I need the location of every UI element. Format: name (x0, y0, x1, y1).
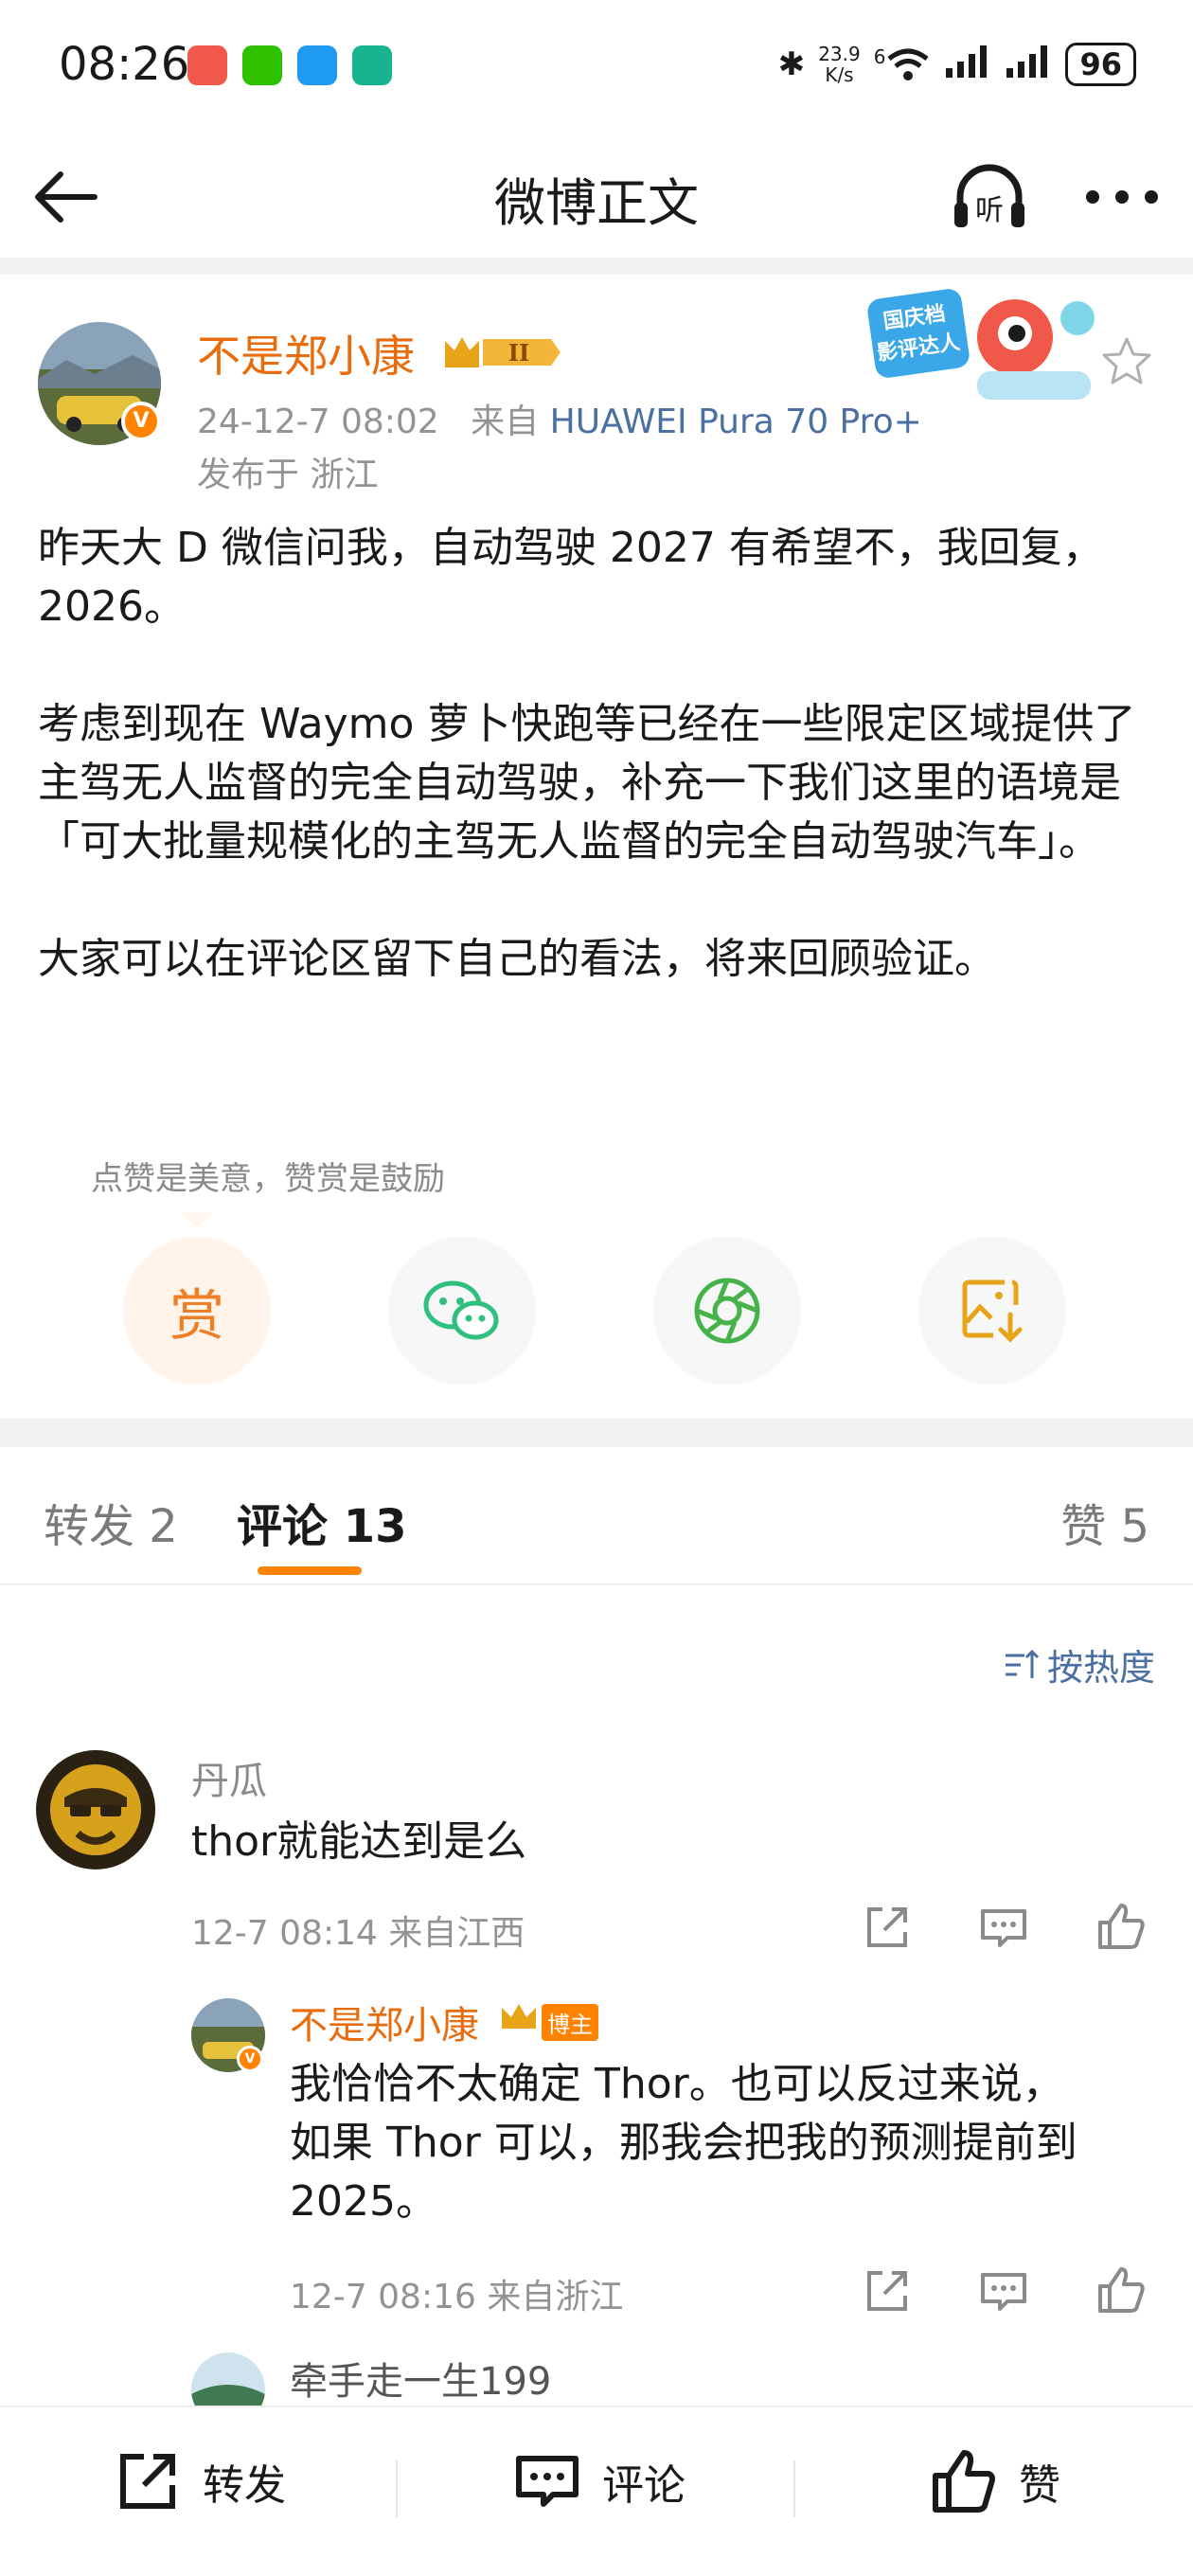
comment-share-button[interactable] (858, 1900, 915, 1957)
favorite-star-button[interactable] (1098, 333, 1155, 390)
comment-text: thor就能达到是么 (191, 1817, 527, 1866)
post-paragraph: 考虑到现在 Waymo 萝卜快跑等已经在一些限定区域提供了主驾无人监督的完全自动… (38, 700, 1136, 866)
tab-like[interactable]: 赞 5 (1060, 1489, 1149, 1555)
notification-app-icon (187, 45, 227, 85)
bluetooth-icon: ✱ (777, 45, 806, 83)
event-badge[interactable]: 国庆档 影评达人 (864, 280, 1119, 413)
bottom-action-bar: 转发 评论 赞 (0, 2406, 1193, 2576)
post-location: 发布于 浙江 (197, 456, 379, 494)
reply-meta: 12-7 08:16 来自浙江 (290, 2278, 624, 2317)
svg-text:听: 听 (975, 194, 1004, 227)
moments-aperture-icon (694, 1278, 760, 1344)
verified-badge-icon: V (121, 402, 161, 441)
divider (0, 258, 1193, 275)
tab-comment[interactable]: 评论 13 (237, 1489, 407, 1555)
share-moments-button[interactable] (653, 1237, 801, 1385)
reward-label: 赏 (169, 1283, 224, 1348)
share-wechat-button[interactable] (388, 1237, 536, 1385)
status-bar: 08:26 ✱ 23.9 K/s 6 96 (0, 0, 1193, 133)
reward-hint: 点赞是美意，赞赏是鼓励 (91, 1160, 445, 1198)
author-name[interactable]: 不是郑小康 (197, 322, 415, 385)
reply-reply-button[interactable] (975, 2263, 1032, 2320)
reply-share-button[interactable] (858, 2263, 915, 2320)
divider (793, 2460, 795, 2517)
comment-like-button[interactable] (1093, 1898, 1149, 1955)
sort-by-hot-button[interactable]: 按热度 (1002, 1638, 1155, 1690)
bottom-repost-label: 转发 (203, 2461, 286, 2510)
post-source-prefix: 来自 (471, 402, 540, 441)
reply-crown-icon (502, 2004, 536, 2029)
post-paragraph: 昨天大 D 微信问我，自动驾驶 2027 有希望不，我回复，2026。 (38, 524, 1104, 631)
like-thumbs-up-icon (933, 2450, 995, 2513)
reply-text: 我恰恰不太确定 Thor。也可以反过来说， 如果 Thor 可以，那我会把我的预… (290, 2060, 1077, 2226)
active-tab-indicator (258, 1566, 362, 1575)
svg-text:II: II (508, 339, 529, 367)
more-dots-icon (1086, 190, 1158, 204)
bottom-repost-button[interactable]: 转发 (112, 2445, 286, 2517)
post-body: 昨天大 D 微信问我，自动驾驶 2027 有希望不，我回复，2026。 考虑到现… (38, 519, 1165, 989)
reply-icon (981, 1909, 1026, 1947)
comment-icon (516, 2456, 579, 2507)
mi-app-icon (352, 45, 392, 85)
share-icon (867, 2271, 907, 2311)
bottom-comment-label: 评论 (602, 2461, 686, 2510)
headphones-icon: 听 (954, 164, 1024, 227)
post-date: 24-12-7 08:02 (197, 402, 439, 441)
divider (396, 2460, 398, 2517)
reply-author-name[interactable]: 不是郑小康 (290, 1995, 479, 2049)
reward-hint-pointer (180, 1212, 214, 1227)
post-paragraph: 大家可以在评论区留下自己的看法，将来回顾验证。 (38, 935, 996, 983)
wifi-icon: 6 (874, 45, 932, 83)
divider (0, 1419, 1193, 1447)
message-app-icon (297, 45, 337, 85)
thumbs-up-icon (1098, 1904, 1145, 1949)
wechat-icon (242, 45, 282, 85)
comment-tabs: 转发 2 评论 13 赞 5 (0, 1449, 1193, 1582)
bottom-like-button[interactable]: 赞 (928, 2445, 1060, 2517)
network-speed: 23.9 K/s (818, 42, 861, 86)
star-icon (1102, 337, 1151, 385)
divider (0, 1583, 1193, 1585)
commenter-avatar[interactable] (36, 1750, 155, 1869)
signal-icon-2 (1005, 42, 1052, 86)
image-download-icon (962, 1279, 1023, 1343)
reward-button[interactable]: 赏 (123, 1237, 271, 1385)
more-button[interactable] (1079, 159, 1165, 235)
save-image-button[interactable] (918, 1237, 1066, 1385)
comment-reply-button[interactable] (975, 1900, 1032, 1957)
status-time: 08:26 (59, 38, 190, 91)
blogger-badge: 博主 (542, 2004, 598, 2041)
battery-indicator: 96 (1065, 42, 1136, 86)
tab-repost[interactable]: 转发 2 (44, 1489, 178, 1555)
nav-bar: 微博正文 听 (0, 133, 1193, 256)
bottom-comment-button[interactable]: 评论 (511, 2445, 686, 2517)
listen-button[interactable]: 听 (947, 155, 1032, 241)
repost-icon (120, 2454, 175, 2509)
reply-icon (981, 2273, 1026, 2311)
comment-meta: 12-7 08:14 来自江西 (191, 1914, 525, 1953)
reply-like-button[interactable] (1093, 2262, 1149, 2318)
signal-icon (944, 42, 991, 86)
sort-label: 按热度 (1046, 1647, 1155, 1689)
wechat-share-icon (423, 1280, 499, 1340)
sort-icon (1005, 1649, 1040, 1678)
bottom-like-label: 赞 (1019, 2461, 1060, 2510)
commenter-name[interactable]: 丹瓜 (191, 1750, 267, 1805)
level-badge-icon: II (445, 337, 561, 367)
share-icon (867, 1907, 907, 1947)
thumbs-up-icon (1098, 2267, 1145, 2313)
post-meta: 24-12-7 08:02 来自 HUAWEI Pura 70 Pro+ (197, 394, 922, 443)
reply-verified-badge-icon: V (237, 2046, 263, 2072)
next-commenter-name[interactable]: 牵手走一生199 (290, 2351, 551, 2406)
